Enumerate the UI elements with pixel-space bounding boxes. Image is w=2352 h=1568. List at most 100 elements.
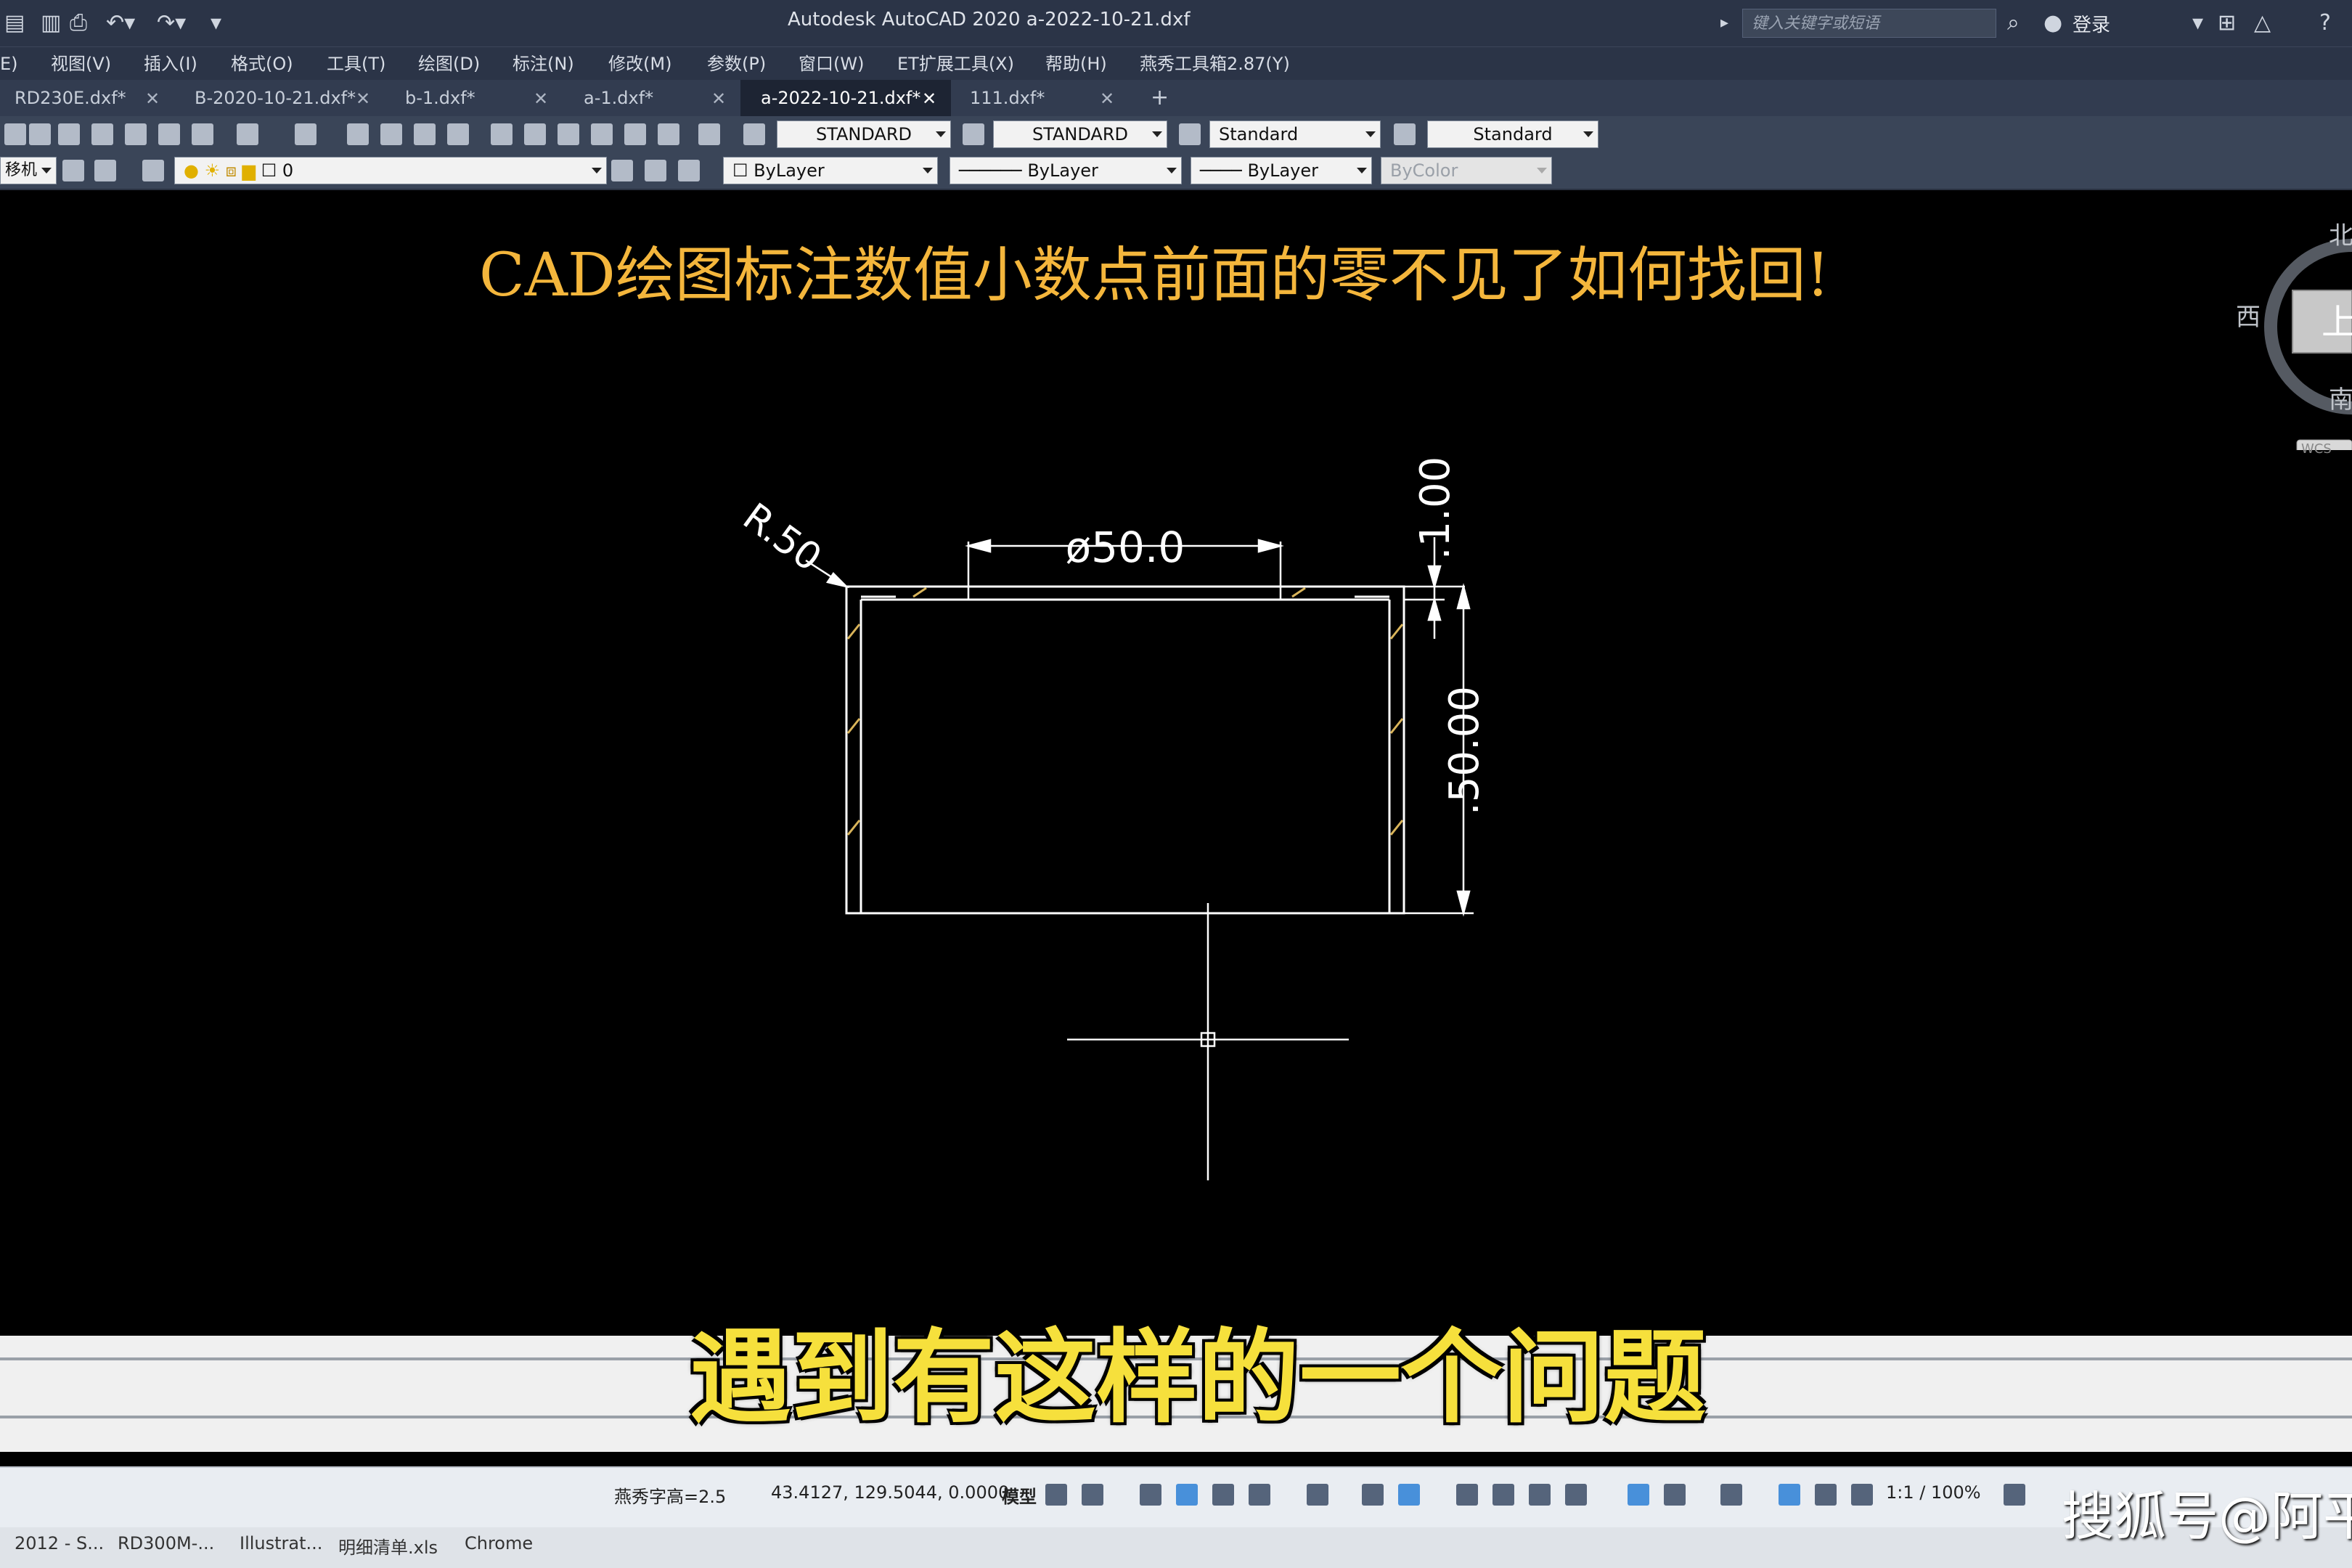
- layer-properties-icon[interactable]: [142, 160, 164, 181]
- menu-tools[interactable]: 工具(T): [327, 47, 385, 81]
- redo-icon[interactable]: [295, 123, 317, 145]
- layer-select[interactable]: ● ☀ ⧈ ▆ ☐ 0: [174, 157, 607, 184]
- zoom-realtime-icon[interactable]: [380, 123, 402, 145]
- polar-tracking-icon[interactable]: [1249, 1484, 1270, 1506]
- help-icon[interactable]: ?: [2319, 10, 2331, 36]
- login-button[interactable]: 登录: [2073, 10, 2110, 37]
- dropdown-icon[interactable]: ▾: [2192, 10, 2203, 36]
- help-icon[interactable]: [698, 123, 720, 145]
- annotation-scale-icon[interactable]: [1851, 1484, 1873, 1506]
- menu-draw[interactable]: 绘图(D): [418, 47, 480, 81]
- close-icon[interactable]: ✕: [1100, 89, 1114, 109]
- compass-north[interactable]: 北: [2329, 221, 2352, 250]
- selection-filter-icon[interactable]: [1664, 1484, 1686, 1506]
- pan-icon[interactable]: [347, 123, 369, 145]
- tool-palettes-icon[interactable]: [558, 123, 579, 145]
- qnew-icon[interactable]: [4, 123, 26, 145]
- zoom-window-icon[interactable]: [414, 123, 436, 145]
- menu-view[interactable]: 视图(V): [51, 47, 111, 81]
- zoom-previous-icon[interactable]: [447, 123, 469, 145]
- compass-south[interactable]: 南: [2329, 385, 2352, 415]
- autodesk-a360-icon[interactable]: △: [2254, 10, 2271, 36]
- transparency-icon[interactable]: [1493, 1484, 1514, 1506]
- grid-icon[interactable]: [1045, 1484, 1067, 1506]
- plotstyle-select[interactable]: ByColor: [1381, 157, 1552, 184]
- taskbar-item[interactable]: 2012 - S...: [15, 1533, 104, 1553]
- open-file-icon[interactable]: ▥: [41, 10, 61, 36]
- layer-state-icon[interactable]: [678, 160, 700, 181]
- close-icon[interactable]: ✕: [922, 89, 936, 109]
- table-style-icon[interactable]: [1179, 123, 1201, 145]
- model-space-button[interactable]: 模型: [1002, 1482, 1037, 1508]
- menu-yanxiu-tools[interactable]: 燕秀工具箱2.87(Y): [1140, 47, 1290, 81]
- workspace-select[interactable]: 移机: [0, 157, 57, 184]
- gear-icon[interactable]: [62, 160, 84, 181]
- menu-file[interactable]: E): [0, 47, 18, 81]
- close-icon[interactable]: ✕: [534, 89, 548, 109]
- selection-cycling-icon[interactable]: [1529, 1484, 1551, 1506]
- gizmo-icon[interactable]: [1720, 1484, 1742, 1506]
- design-center-panel-icon[interactable]: [524, 123, 546, 145]
- paste-icon[interactable]: [125, 123, 147, 145]
- dim-style-select[interactable]: STANDARD: [993, 121, 1167, 148]
- 3d-osnap-icon[interactable]: [1565, 1484, 1587, 1506]
- text-height-indicator[interactable]: 燕秀字高=2.5: [614, 1482, 726, 1508]
- snap-icon[interactable]: [1082, 1484, 1103, 1506]
- menu-insert[interactable]: 插入(I): [144, 47, 197, 81]
- linetype-select[interactable]: ────── ByLayer: [950, 157, 1182, 184]
- taskbar-item[interactable]: Illustrat...: [240, 1533, 322, 1553]
- customize-icon[interactable]: ▾: [211, 10, 221, 36]
- object-snap-icon[interactable]: [1398, 1484, 1420, 1506]
- mleader-style-select[interactable]: Standard: [1427, 121, 1598, 148]
- markup-icon[interactable]: [624, 123, 646, 145]
- annotation-visibility-icon[interactable]: [1779, 1484, 1800, 1506]
- taskbar-item[interactable]: 明细清单.xls: [338, 1533, 438, 1559]
- text-style-select[interactable]: STANDARD: [777, 121, 951, 148]
- infer-constraints-icon[interactable]: [1140, 1484, 1161, 1506]
- close-icon[interactable]: ✕: [711, 89, 726, 109]
- table-style-select[interactable]: Standard: [1209, 121, 1381, 148]
- redo-icon[interactable]: ↷▾: [157, 10, 186, 36]
- sheet-set-icon[interactable]: [591, 123, 613, 145]
- expand-arrow-icon[interactable]: ▸: [1720, 10, 1728, 36]
- text-style-icon[interactable]: [743, 123, 765, 145]
- gear-icon[interactable]: [2004, 1484, 2025, 1506]
- dynamic-ucs-icon[interactable]: [1628, 1484, 1649, 1506]
- tab-b-2020-10-21[interactable]: B-2020-10-21.dxf*: [174, 80, 377, 116]
- lineweight-select[interactable]: ──── ByLayer: [1191, 157, 1372, 184]
- annotation-scale-value[interactable]: 1:1 / 100%: [1886, 1482, 1981, 1503]
- print-icon[interactable]: ⎙: [70, 10, 87, 36]
- undo-icon[interactable]: ↶▾: [106, 10, 135, 36]
- copy-icon[interactable]: [91, 123, 113, 145]
- match-properties-icon[interactable]: [158, 123, 180, 145]
- layer-previous-icon[interactable]: [645, 160, 666, 181]
- menu-help[interactable]: 帮助(H): [1045, 47, 1107, 81]
- cart-icon[interactable]: ⊞: [2218, 10, 2236, 36]
- auto-scale-icon[interactable]: [1815, 1484, 1837, 1506]
- dynamic-input-icon[interactable]: [1176, 1484, 1198, 1506]
- object-snap-tracking-icon[interactable]: [1362, 1484, 1384, 1506]
- cut-icon[interactable]: [58, 123, 80, 145]
- coordinates-readout[interactable]: 43.4127, 129.5044, 0.0000: [771, 1482, 1009, 1503]
- undo-icon[interactable]: [237, 123, 258, 145]
- menu-window[interactable]: 窗口(W): [799, 47, 864, 81]
- lineweight-icon[interactable]: [1456, 1484, 1478, 1506]
- menu-express-tools[interactable]: ET扩展工具(X): [897, 47, 1014, 81]
- new-tab-button[interactable]: +: [1151, 80, 1169, 116]
- tab-a-2022-10-21[interactable]: a-2022-10-21.dxf*: [740, 80, 951, 116]
- close-icon[interactable]: ✕: [356, 89, 370, 109]
- design-center-icon[interactable]: [29, 123, 51, 145]
- mleader-style-icon[interactable]: [1394, 123, 1416, 145]
- compass-west[interactable]: 西: [2236, 303, 2261, 332]
- workspace-settings-icon[interactable]: [94, 160, 116, 181]
- calculator-icon[interactable]: [658, 123, 679, 145]
- menu-parametric[interactable]: 参数(P): [707, 47, 766, 81]
- taskbar-item[interactable]: RD300M-...: [118, 1533, 214, 1553]
- viewcube[interactable]: 上 北 西 南 WCS: [2236, 218, 2352, 462]
- menu-format[interactable]: 格式(O): [231, 47, 293, 81]
- taskbar-item[interactable]: Chrome: [465, 1533, 533, 1553]
- app-menu-icon[interactable]: ▤: [4, 10, 25, 36]
- isodraft-icon[interactable]: [1307, 1484, 1328, 1506]
- search-input[interactable]: 键入关键字或短语: [1742, 9, 1996, 38]
- tab-b-1[interactable]: b-1.dxf*: [377, 80, 559, 116]
